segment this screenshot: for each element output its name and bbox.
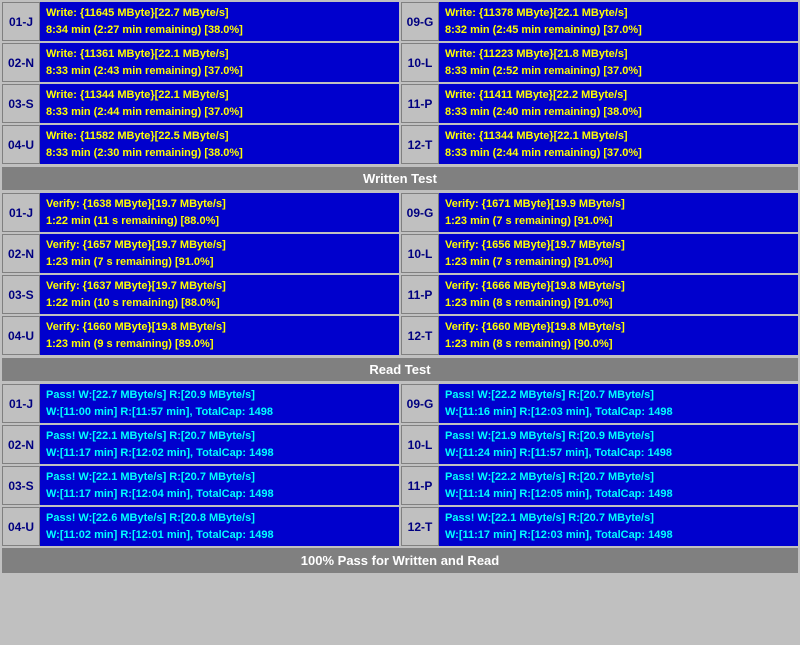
right-label-2: 11-P: [401, 466, 439, 505]
right-content-3: Write: {11344 MByte}[22.1 MByte/s]8:33 m…: [439, 125, 798, 164]
written-test-header: Written Test: [2, 167, 798, 190]
right-content-1: Write: {11223 MByte}[21.8 MByte/s]8:33 m…: [439, 43, 798, 82]
grid-row-2: 03-SPass! W:[22.1 MByte/s] R:[20.7 MByte…: [2, 466, 798, 505]
left-content-1: Verify: {1657 MByte}[19.7 MByte/s]1:23 m…: [40, 234, 399, 273]
grid-row-2: 03-SVerify: {1637 MByte}[19.7 MByte/s]1:…: [2, 275, 798, 314]
write-section: 01-JWrite: {11645 MByte}[22.7 MByte/s]8:…: [2, 2, 798, 164]
left-content-1: Write: {11361 MByte}[22.1 MByte/s]8:33 m…: [40, 43, 399, 82]
right-content-0: Pass! W:[22.2 MByte/s] R:[20.7 MByte/s]W…: [439, 384, 798, 423]
left-cell-1: 02-NVerify: {1657 MByte}[19.7 MByte/s]1:…: [2, 234, 399, 273]
right-content-3: Pass! W:[22.1 MByte/s] R:[20.7 MByte/s]W…: [439, 507, 798, 546]
right-cell-1: 10-LVerify: {1656 MByte}[19.7 MByte/s]1:…: [401, 234, 798, 273]
left-label-0: 01-J: [2, 2, 40, 41]
left-label-0: 01-J: [2, 384, 40, 423]
left-content-0: Write: {11645 MByte}[22.7 MByte/s]8:34 m…: [40, 2, 399, 41]
left-label-2: 03-S: [2, 275, 40, 314]
left-content-1: Pass! W:[22.1 MByte/s] R:[20.7 MByte/s]W…: [40, 425, 399, 464]
left-label-2: 03-S: [2, 466, 40, 505]
left-label-3: 04-U: [2, 316, 40, 355]
right-label-1: 10-L: [401, 425, 439, 464]
right-cell-3: 12-TVerify: {1660 MByte}[19.8 MByte/s]1:…: [401, 316, 798, 355]
left-cell-2: 03-SPass! W:[22.1 MByte/s] R:[20.7 MByte…: [2, 466, 399, 505]
right-content-2: Verify: {1666 MByte}[19.8 MByte/s]1:23 m…: [439, 275, 798, 314]
grid-row-3: 04-UVerify: {1660 MByte}[19.8 MByte/s]1:…: [2, 316, 798, 355]
left-content-2: Write: {11344 MByte}[22.1 MByte/s]8:33 m…: [40, 84, 399, 123]
right-label-3: 12-T: [401, 316, 439, 355]
left-cell-2: 03-SWrite: {11344 MByte}[22.1 MByte/s]8:…: [2, 84, 399, 123]
footer-bar: 100% Pass for Written and Read: [2, 548, 798, 573]
right-label-2: 11-P: [401, 275, 439, 314]
verify-section: 01-JVerify: {1638 MByte}[19.7 MByte/s]1:…: [2, 193, 798, 355]
right-label-2: 11-P: [401, 84, 439, 123]
left-cell-2: 03-SVerify: {1637 MByte}[19.7 MByte/s]1:…: [2, 275, 399, 314]
right-content-0: Verify: {1671 MByte}[19.9 MByte/s]1:23 m…: [439, 193, 798, 232]
grid-row-1: 02-NVerify: {1657 MByte}[19.7 MByte/s]1:…: [2, 234, 798, 273]
right-label-0: 09-G: [401, 384, 439, 423]
grid-row-1: 02-NWrite: {11361 MByte}[22.1 MByte/s]8:…: [2, 43, 798, 82]
right-label-3: 12-T: [401, 125, 439, 164]
right-cell-1: 10-LWrite: {11223 MByte}[21.8 MByte/s]8:…: [401, 43, 798, 82]
left-cell-0: 01-JPass! W:[22.7 MByte/s] R:[20.9 MByte…: [2, 384, 399, 423]
right-cell-3: 12-TWrite: {11344 MByte}[22.1 MByte/s]8:…: [401, 125, 798, 164]
pass-section: 01-JPass! W:[22.7 MByte/s] R:[20.9 MByte…: [2, 384, 798, 546]
right-label-3: 12-T: [401, 507, 439, 546]
right-cell-2: 11-PVerify: {1666 MByte}[19.8 MByte/s]1:…: [401, 275, 798, 314]
right-content-2: Pass! W:[22.2 MByte/s] R:[20.7 MByte/s]W…: [439, 466, 798, 505]
left-content-2: Pass! W:[22.1 MByte/s] R:[20.7 MByte/s]W…: [40, 466, 399, 505]
left-cell-3: 04-UPass! W:[22.6 MByte/s] R:[20.8 MByte…: [2, 507, 399, 546]
right-cell-3: 12-TPass! W:[22.1 MByte/s] R:[20.7 MByte…: [401, 507, 798, 546]
left-label-1: 02-N: [2, 425, 40, 464]
left-cell-1: 02-NWrite: {11361 MByte}[22.1 MByte/s]8:…: [2, 43, 399, 82]
right-content-1: Verify: {1656 MByte}[19.7 MByte/s]1:23 m…: [439, 234, 798, 273]
read-test-header: Read Test: [2, 358, 798, 381]
left-cell-0: 01-JVerify: {1638 MByte}[19.7 MByte/s]1:…: [2, 193, 399, 232]
right-cell-1: 10-LPass! W:[21.9 MByte/s] R:[20.9 MByte…: [401, 425, 798, 464]
left-content-3: Write: {11582 MByte}[22.5 MByte/s]8:33 m…: [40, 125, 399, 164]
right-label-1: 10-L: [401, 234, 439, 273]
left-label-1: 02-N: [2, 43, 40, 82]
left-label-1: 02-N: [2, 234, 40, 273]
left-label-0: 01-J: [2, 193, 40, 232]
right-label-0: 09-G: [401, 193, 439, 232]
grid-row-0: 01-JVerify: {1638 MByte}[19.7 MByte/s]1:…: [2, 193, 798, 232]
right-label-0: 09-G: [401, 2, 439, 41]
left-label-2: 03-S: [2, 84, 40, 123]
left-cell-1: 02-NPass! W:[22.1 MByte/s] R:[20.7 MByte…: [2, 425, 399, 464]
left-content-0: Pass! W:[22.7 MByte/s] R:[20.9 MByte/s]W…: [40, 384, 399, 423]
main-container: 01-JWrite: {11645 MByte}[22.7 MByte/s]8:…: [0, 0, 800, 575]
grid-row-3: 04-UWrite: {11582 MByte}[22.5 MByte/s]8:…: [2, 125, 798, 164]
right-cell-2: 11-PPass! W:[22.2 MByte/s] R:[20.7 MByte…: [401, 466, 798, 505]
right-cell-0: 09-GWrite: {11378 MByte}[22.1 MByte/s]8:…: [401, 2, 798, 41]
left-content-3: Verify: {1660 MByte}[19.8 MByte/s]1:23 m…: [40, 316, 399, 355]
grid-row-0: 01-JPass! W:[22.7 MByte/s] R:[20.9 MByte…: [2, 384, 798, 423]
left-label-3: 04-U: [2, 125, 40, 164]
right-content-3: Verify: {1660 MByte}[19.8 MByte/s]1:23 m…: [439, 316, 798, 355]
grid-row-1: 02-NPass! W:[22.1 MByte/s] R:[20.7 MByte…: [2, 425, 798, 464]
left-content-3: Pass! W:[22.6 MByte/s] R:[20.8 MByte/s]W…: [40, 507, 399, 546]
right-content-2: Write: {11411 MByte}[22.2 MByte/s]8:33 m…: [439, 84, 798, 123]
right-label-1: 10-L: [401, 43, 439, 82]
left-content-2: Verify: {1637 MByte}[19.7 MByte/s]1:22 m…: [40, 275, 399, 314]
right-cell-2: 11-PWrite: {11411 MByte}[22.2 MByte/s]8:…: [401, 84, 798, 123]
right-content-1: Pass! W:[21.9 MByte/s] R:[20.9 MByte/s]W…: [439, 425, 798, 464]
grid-row-3: 04-UPass! W:[22.6 MByte/s] R:[20.8 MByte…: [2, 507, 798, 546]
right-content-0: Write: {11378 MByte}[22.1 MByte/s]8:32 m…: [439, 2, 798, 41]
left-cell-0: 01-JWrite: {11645 MByte}[22.7 MByte/s]8:…: [2, 2, 399, 41]
left-label-3: 04-U: [2, 507, 40, 546]
left-content-0: Verify: {1638 MByte}[19.7 MByte/s]1:22 m…: [40, 193, 399, 232]
right-cell-0: 09-GVerify: {1671 MByte}[19.9 MByte/s]1:…: [401, 193, 798, 232]
left-cell-3: 04-UWrite: {11582 MByte}[22.5 MByte/s]8:…: [2, 125, 399, 164]
grid-row-0: 01-JWrite: {11645 MByte}[22.7 MByte/s]8:…: [2, 2, 798, 41]
right-cell-0: 09-GPass! W:[22.2 MByte/s] R:[20.7 MByte…: [401, 384, 798, 423]
grid-row-2: 03-SWrite: {11344 MByte}[22.1 MByte/s]8:…: [2, 84, 798, 123]
left-cell-3: 04-UVerify: {1660 MByte}[19.8 MByte/s]1:…: [2, 316, 399, 355]
